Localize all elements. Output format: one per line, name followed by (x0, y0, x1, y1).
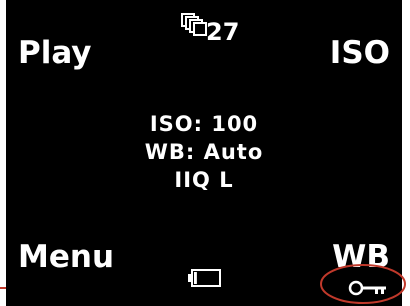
battery-icon (188, 269, 221, 287)
wb-value: WB: Auto (144, 140, 264, 164)
iso-softkey-label[interactable]: ISO (330, 38, 390, 69)
camera-display: Play ISO Menu WB 27 ISO: 100 WB: Auto II… (6, 0, 402, 306)
annotation-pointer-line (0, 287, 6, 289)
iso-value: ISO: 100 (149, 112, 259, 136)
format-value: IIQ L (174, 168, 234, 192)
menu-softkey-label[interactable]: Menu (18, 242, 114, 273)
settings-summary: ISO: 100 WB: Auto IIQ L (6, 110, 402, 194)
shot-counter: 27 (180, 12, 250, 46)
battery-level-fill (194, 272, 197, 284)
annotation-circle (320, 264, 406, 304)
play-softkey-label[interactable]: Play (18, 38, 92, 69)
shots-remaining: 27 (206, 18, 240, 46)
